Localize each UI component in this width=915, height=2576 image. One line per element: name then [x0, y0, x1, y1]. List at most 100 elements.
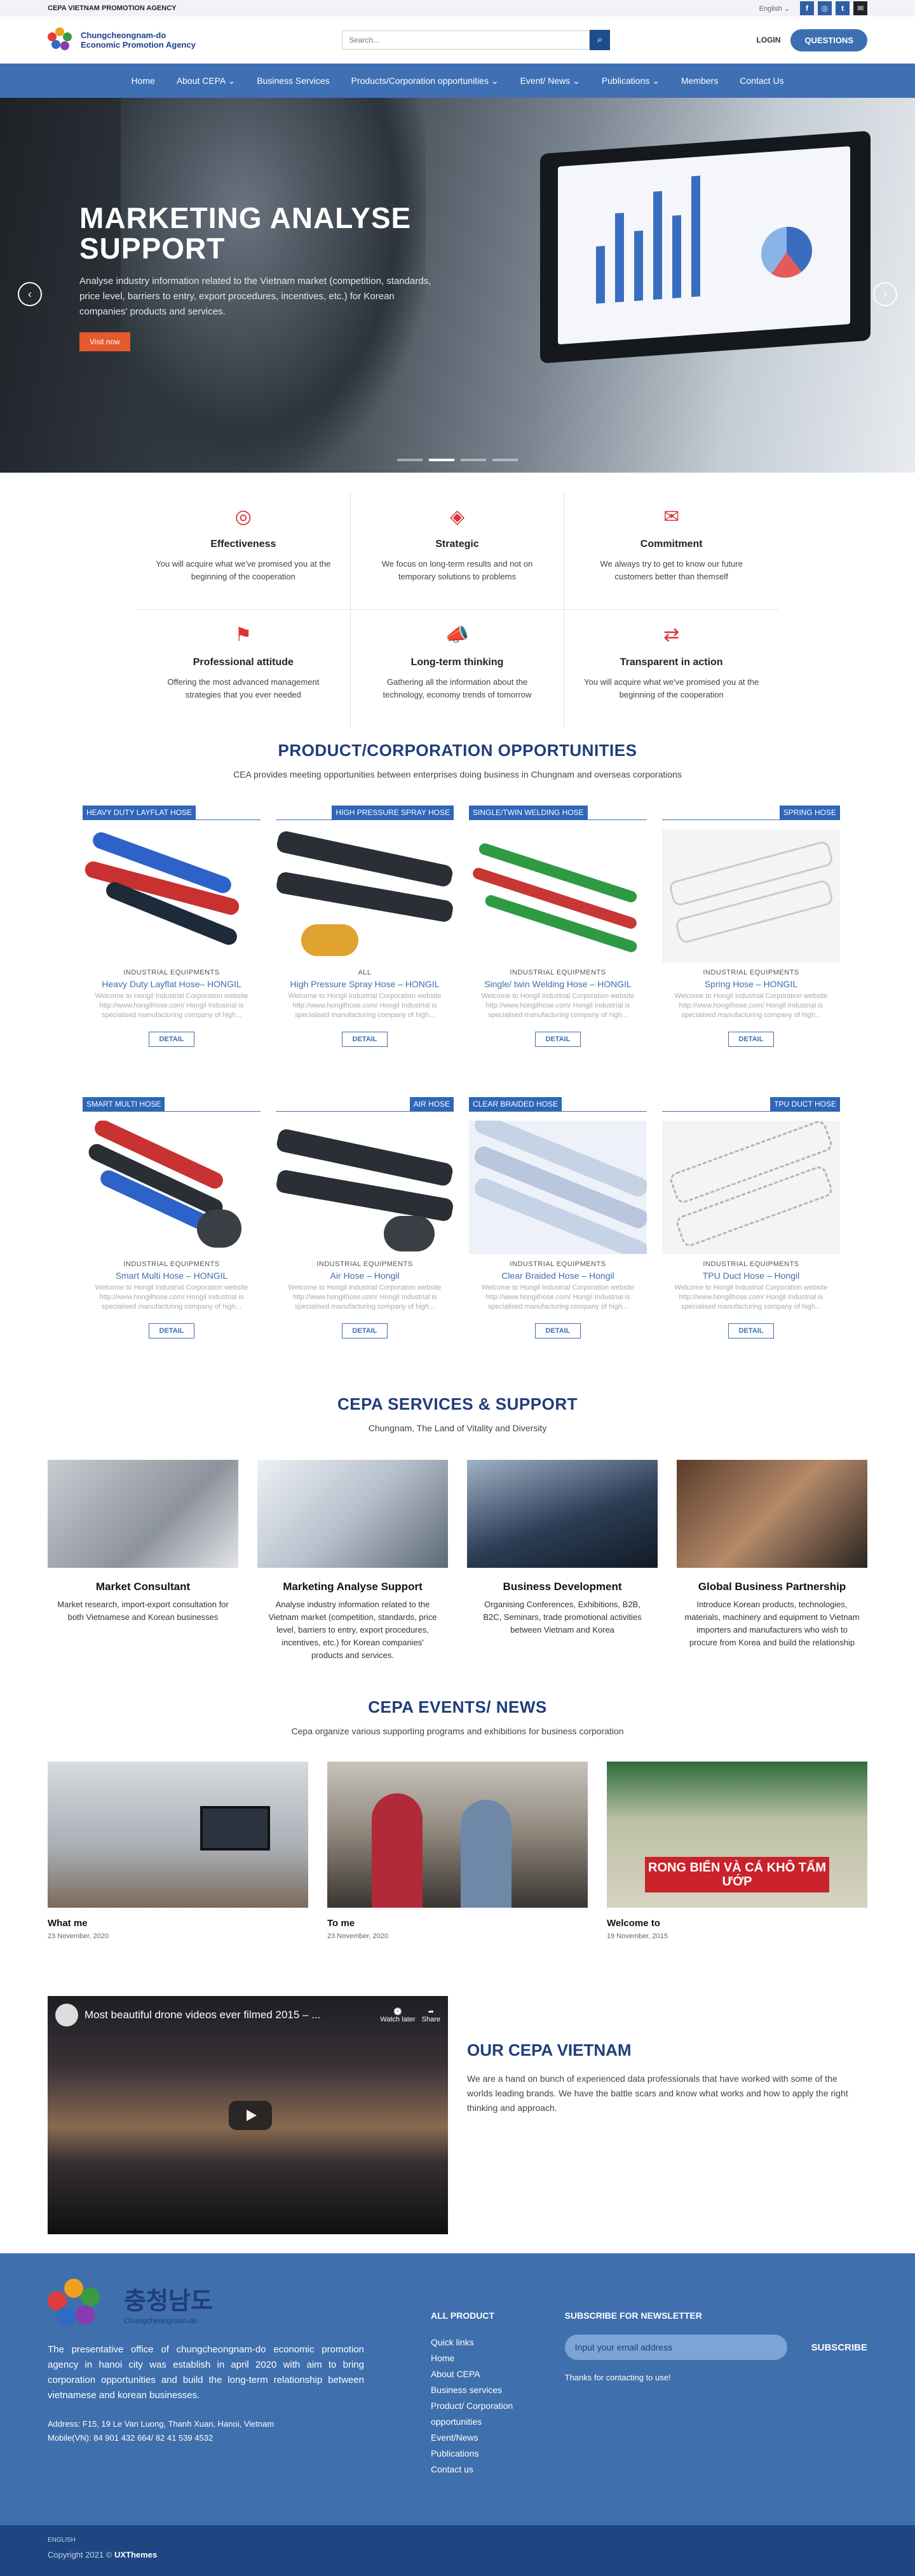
channel-avatar[interactable] [55, 2004, 78, 2026]
product-image[interactable] [469, 829, 647, 962]
nav-home[interactable]: Home [131, 76, 154, 86]
instagram-icon[interactable]: ◎ [818, 1, 832, 15]
product-name[interactable]: Heavy Duty Layflat Hose– HONGIL [83, 979, 261, 989]
feature-card: 📣 Long-term thinking Gathering all the i… [351, 610, 565, 728]
site-footer: 충청남도 Chungcheongnam-do The presentative … [0, 2253, 915, 2525]
footer-link[interactable]: Product/ Corporation [431, 2398, 565, 2414]
play-icon[interactable] [229, 2101, 272, 2130]
twitter-icon[interactable]: t [836, 1, 850, 15]
footer-logo-korean: 충청남도 [124, 2286, 213, 2315]
product-image[interactable] [276, 829, 454, 962]
service-image[interactable] [677, 1460, 867, 1568]
questions-button[interactable]: QUESTIONS [790, 29, 867, 51]
nav-business-services[interactable]: Business Services [257, 76, 329, 86]
service-image[interactable] [257, 1460, 448, 1568]
detail-button[interactable]: DETAIL [341, 1323, 388, 1339]
product-tag: CLEAR BRAIDED HOSE [469, 1097, 562, 1111]
service-image[interactable] [467, 1460, 658, 1568]
copyright-brand[interactable]: UXThemes [114, 2550, 157, 2559]
product-category: ALL [358, 969, 372, 976]
footer-logo[interactable]: 충청남도 Chungcheongnam-do [48, 2279, 364, 2327]
logo-line-1: Chungcheongnam-do [81, 30, 166, 40]
hero-description: Analyse industry information related to … [79, 276, 431, 317]
product-image[interactable] [83, 829, 261, 962]
detail-button[interactable]: DETAIL [534, 1032, 581, 1047]
news-title[interactable]: To me [327, 1918, 588, 1929]
search-icon[interactable]: ⌕ [590, 30, 611, 50]
footer-link[interactable]: Quick links [431, 2335, 565, 2350]
news-image[interactable]: RONG BIỂN VÀ CÁ KHÔ TẨM ƯỚP [607, 1762, 867, 1908]
service-title[interactable]: Global Business Partnership [677, 1581, 867, 1593]
slider-dot[interactable] [397, 459, 423, 461]
subscribe-button[interactable]: SUBSCRIBE [811, 2342, 867, 2353]
product-name[interactable]: Single/ twin Welding Hose – HONGIL [469, 979, 647, 989]
product-image[interactable] [662, 829, 840, 962]
nav-products[interactable]: Products/Corporation opportunities ⌄ [351, 76, 499, 86]
bottom-bar: ENGLISH Copyright 2021 © UXThemes [0, 2525, 915, 2576]
detail-button[interactable]: DETAIL [728, 1032, 775, 1047]
product-image[interactable] [83, 1121, 261, 1254]
newsletter-title: SUBSCRIBE FOR NEWSLETTER [564, 2310, 702, 2321]
footer-address: Address: F15, 19 Le Van Luong, Thanh Xua… [48, 2419, 274, 2429]
news-image[interactable] [48, 1762, 308, 1908]
nav-members[interactable]: Members [681, 76, 718, 86]
footer-link[interactable]: About CEPA [431, 2366, 565, 2382]
detail-button[interactable]: DETAIL [534, 1323, 581, 1339]
footer-language[interactable]: ENGLISH [48, 2537, 867, 2544]
product-name[interactable]: High Pressure Spray Hose – HONGIL [276, 979, 454, 989]
nav-about[interactable]: About CEPA ⌄ [177, 76, 235, 86]
news-title[interactable]: Welcome to [607, 1918, 867, 1929]
feature-text: You will acquire what we've promised you… [156, 559, 331, 581]
service-image[interactable] [48, 1460, 238, 1568]
product-name[interactable]: Smart Multi Hose – HONGIL [83, 1271, 261, 1281]
service-title[interactable]: Marketing Analyse Support [257, 1581, 448, 1593]
visit-now-button[interactable]: Visit now [79, 332, 130, 351]
login-link[interactable]: LOGIN [756, 36, 780, 44]
share-button[interactable]: ➦ Share [422, 2007, 440, 2023]
footer-link[interactable]: Event/News [431, 2430, 565, 2446]
service-title[interactable]: Market Consultant [48, 1581, 238, 1593]
language-selector[interactable]: English ⌄ [759, 4, 790, 13]
product-image[interactable] [662, 1121, 840, 1254]
next-arrow-icon[interactable]: › [873, 282, 897, 306]
product-image[interactable] [469, 1121, 647, 1254]
email-icon[interactable]: ✉ [853, 1, 867, 15]
footer-link[interactable]: opportunities [431, 2414, 565, 2430]
product-name[interactable]: Air Hose – Hongil [276, 1271, 454, 1281]
slider-dots [0, 459, 915, 461]
product-name[interactable]: Spring Hose – HONGIL [662, 979, 840, 989]
detail-button[interactable]: DETAIL [148, 1032, 195, 1047]
slider-dot[interactable] [461, 459, 486, 461]
newsletter-email-input[interactable] [564, 2335, 787, 2360]
nav-contact[interactable]: Contact Us [740, 76, 783, 86]
product-image[interactable] [276, 1121, 454, 1254]
product-category: INDUSTRIAL EQUIPMENTS [123, 969, 220, 976]
feature-text: You will acquire what we've promised you… [584, 677, 759, 699]
slider-dot[interactable] [492, 459, 518, 461]
site-logo[interactable]: Chungcheongnam-do Economic Promotion Age… [48, 27, 196, 53]
detail-button[interactable]: DETAIL [728, 1323, 775, 1339]
prev-arrow-icon[interactable]: ‹ [18, 282, 42, 306]
detail-button[interactable]: DETAIL [148, 1323, 195, 1339]
megaphone-icon: 📣 [445, 624, 470, 645]
product-name[interactable]: TPU Duct Hose – Hongil [662, 1271, 840, 1281]
news-title[interactable]: What me [48, 1918, 308, 1929]
products-section-subtitle: CEA provides meeting opportunities betwe… [233, 769, 682, 779]
nav-publications[interactable]: Publications ⌄ [602, 76, 660, 86]
footer-link[interactable]: Business services [431, 2382, 565, 2398]
video-caption[interactable]: Most beautiful drone videos ever filmed … [85, 2009, 374, 2021]
facebook-icon[interactable]: f [800, 1, 814, 15]
footer-link[interactable]: Contact us [431, 2462, 565, 2478]
slider-dot-active[interactable] [429, 459, 454, 461]
footer-link[interactable]: Publications [431, 2446, 565, 2462]
detail-button[interactable]: DETAIL [341, 1032, 388, 1047]
watch-later-button[interactable]: 🕑 Watch later [380, 2007, 415, 2023]
nav-events[interactable]: Event/ News ⌄ [520, 76, 580, 86]
service-title[interactable]: Business Development [467, 1581, 658, 1593]
news-image[interactable] [327, 1762, 588, 1908]
youtube-video[interactable]: Most beautiful drone videos ever filmed … [48, 1996, 448, 2234]
layers-icon: ◈ [449, 506, 465, 527]
search-input[interactable] [342, 30, 590, 50]
product-name[interactable]: Clear Braided Hose – Hongil [469, 1271, 647, 1281]
footer-link[interactable]: Home [431, 2350, 565, 2366]
